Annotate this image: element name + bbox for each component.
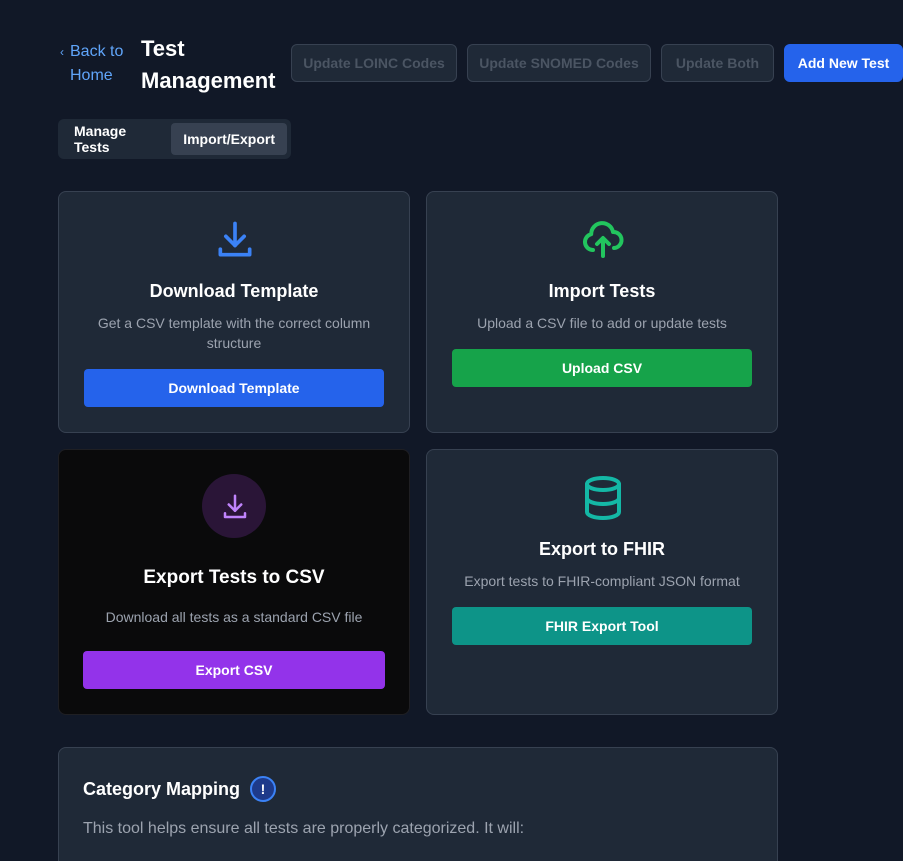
export-fhir-description: Export tests to FHIR-compliant JSON form… [464,573,740,589]
info-icon[interactable]: ! [250,776,277,802]
download-template-button[interactable]: Download Template [84,369,384,407]
import-tests-title: Import Tests [548,281,656,301]
download-icon [218,221,252,257]
export-fhir-card: Export to FHIR Export tests to FHIR-comp… [426,449,778,715]
export-csv-card: Export Tests to CSV Download all tests a… [58,449,410,715]
upload-csv-button[interactable]: Upload CSV [452,349,752,387]
back-link-label: Back to Home [70,43,124,84]
update-snomed-button[interactable]: Update SNOMED Codes [467,44,651,82]
tab-bar: Manage Tests Import/Export [58,119,291,159]
category-mapping-title: Category Mapping [83,778,241,799]
chevron-left-icon: ‹ [60,45,64,59]
update-both-button[interactable]: Update Both [661,44,774,82]
category-mapping-heading: Category Mapping ! [83,776,277,802]
download-template-description: Get a CSV template with the correct colu… [97,315,371,351]
download-icon [223,494,247,519]
back-to-home-link[interactable]: ‹ Back to Home [60,40,123,88]
tab-import-export[interactable]: Import/Export [171,123,287,155]
tab-manage-tests[interactable]: Manage Tests [62,123,167,155]
add-new-test-button[interactable]: Add New Test [784,44,903,82]
category-mapping-description: This tool helps ensure all tests are pro… [83,820,525,837]
database-icon [585,476,621,520]
update-loinc-button[interactable]: Update LOINC Codes [291,44,457,82]
download-template-title: Download Template [149,281,319,301]
import-tests-card: Import Tests Upload a CSV file to add or… [426,191,778,433]
export-fhir-title: Export to FHIR [539,539,665,559]
fhir-export-tool-button[interactable]: FHIR Export Tool [452,607,752,645]
download-template-card: Download Template Get a CSV template wit… [58,191,410,433]
export-csv-title: Export Tests to CSV [143,567,325,588]
page-title: Test Management [141,36,276,93]
export-csv-button[interactable]: Export CSV [83,651,385,689]
category-mapping-panel: Category Mapping ! This tool helps ensur… [58,747,778,861]
import-tests-description: Upload a CSV file to add or update tests [477,315,727,331]
export-csv-description: Download all tests as a standard CSV fil… [105,609,363,625]
cloud-upload-icon [583,221,624,258]
